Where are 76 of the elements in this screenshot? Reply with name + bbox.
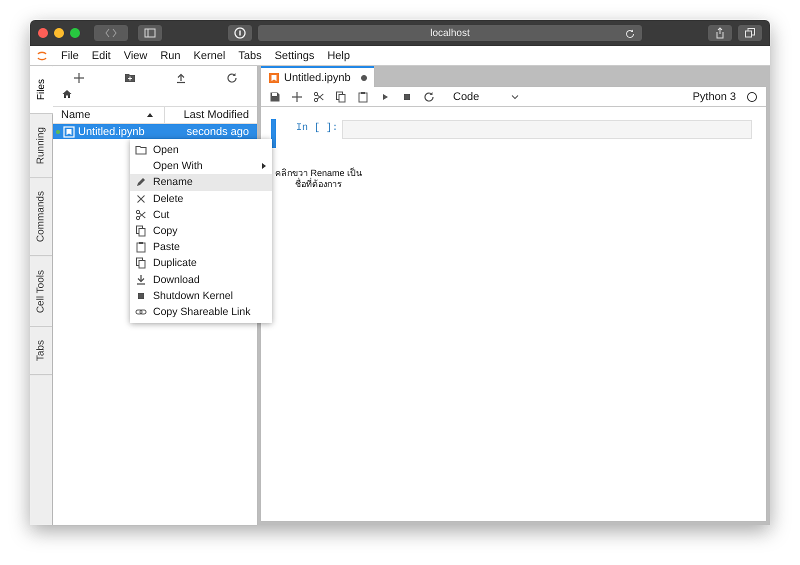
download-icon (135, 274, 147, 286)
home-icon (61, 88, 73, 100)
tabs-icon (744, 27, 756, 39)
kernel-status-icon (746, 90, 758, 102)
sidebar-tab[interactable]: Files (30, 66, 53, 114)
toolbar-button[interactable] (72, 72, 84, 84)
copy-icon (135, 257, 147, 270)
column-header[interactable]: Name (61, 109, 90, 121)
context-menu-item[interactable]: Paste (130, 239, 272, 256)
share-button[interactable] (708, 25, 732, 41)
refresh-icon (423, 90, 435, 102)
annotation-text: คลิกขวา Rename เป็น ชื่อที่ต้องการ (275, 168, 362, 190)
minimize-window-button[interactable] (54, 28, 64, 38)
menu-item[interactable]: View (124, 50, 148, 62)
sidebar-button[interactable] (138, 25, 162, 41)
sidebar-tab[interactable]: Running (30, 114, 52, 178)
plus-icon (291, 90, 303, 102)
context-menu-item[interactable]: Duplicate (130, 255, 272, 272)
sidebar-icon (144, 27, 156, 39)
back-forward-buttons[interactable] (94, 25, 128, 41)
notebook-tab[interactable]: Untitled.ipynb (261, 66, 374, 87)
context-menu-item[interactable]: Shutdown Kernel (130, 288, 272, 304)
toolbar-button[interactable] (174, 72, 186, 84)
reload-icon (624, 28, 636, 40)
kernel-name[interactable]: Python 3 (692, 90, 736, 102)
close-icon (135, 192, 147, 205)
context-menu-item[interactable]: Cut (130, 206, 272, 223)
info-icon (234, 27, 246, 39)
zoom-window-button[interactable] (70, 28, 80, 38)
file-name: Untitled.ipynb (78, 126, 146, 138)
copy-icon (135, 225, 147, 238)
context-menu-item[interactable]: Copy Shareable Link (130, 304, 272, 320)
toolbar-button[interactable] (124, 72, 136, 84)
menu-item[interactable]: File (61, 50, 79, 62)
jupyter-logo-icon (36, 50, 48, 62)
notebook-icon (63, 126, 75, 138)
menu-item[interactable]: Kernel (194, 50, 226, 62)
plus-icon (72, 72, 84, 84)
clipboard-icon (357, 90, 369, 102)
context-menu-item[interactable]: Open (130, 142, 272, 158)
share-icon (714, 27, 726, 39)
privacy-button[interactable] (228, 25, 252, 41)
tabs-button[interactable] (738, 25, 762, 41)
save-icon (269, 90, 281, 102)
menu-item[interactable]: Edit (92, 50, 111, 62)
submenu-arrow-icon (262, 163, 266, 170)
notebook-icon (268, 72, 280, 84)
chevrons-icon (105, 27, 117, 39)
code-input-field[interactable] (342, 120, 752, 139)
context-menu-item[interactable]: Rename (130, 174, 272, 191)
refresh-icon (226, 72, 238, 84)
context-menu-item[interactable]: Download (130, 272, 272, 288)
menu-item[interactable]: Help (327, 50, 350, 62)
toolbar-button[interactable] (226, 72, 238, 84)
menu-item[interactable]: Run (160, 50, 181, 62)
context-menu-item[interactable]: Open With (130, 158, 272, 174)
menu-item[interactable]: Settings (274, 50, 314, 62)
column-header[interactable]: Last Modified (165, 109, 257, 121)
pencil-icon (135, 176, 147, 188)
upload-icon (174, 72, 186, 84)
file-row[interactable]: Untitled.ipynb seconds ago (53, 124, 257, 139)
cell-type-dropdown[interactable]: Code (453, 90, 522, 102)
clipboard-icon (135, 241, 147, 254)
new-folder-icon (124, 72, 136, 84)
scissors-icon (135, 208, 147, 221)
cell-prompt: In [ ]: (294, 122, 339, 134)
folder-icon (135, 144, 147, 156)
address-bar[interactable]: localhost (258, 25, 642, 41)
menu-item[interactable]: Tabs (238, 50, 262, 62)
context-menu-item[interactable]: Delete (130, 190, 272, 207)
file-modified: seconds ago (186, 126, 249, 138)
close-window-button[interactable] (38, 28, 48, 38)
copy-icon (335, 90, 347, 102)
scissors-icon (313, 90, 325, 102)
sidebar-tab[interactable]: Tabs (30, 326, 52, 375)
context-menu-item[interactable]: Copy (130, 222, 272, 240)
